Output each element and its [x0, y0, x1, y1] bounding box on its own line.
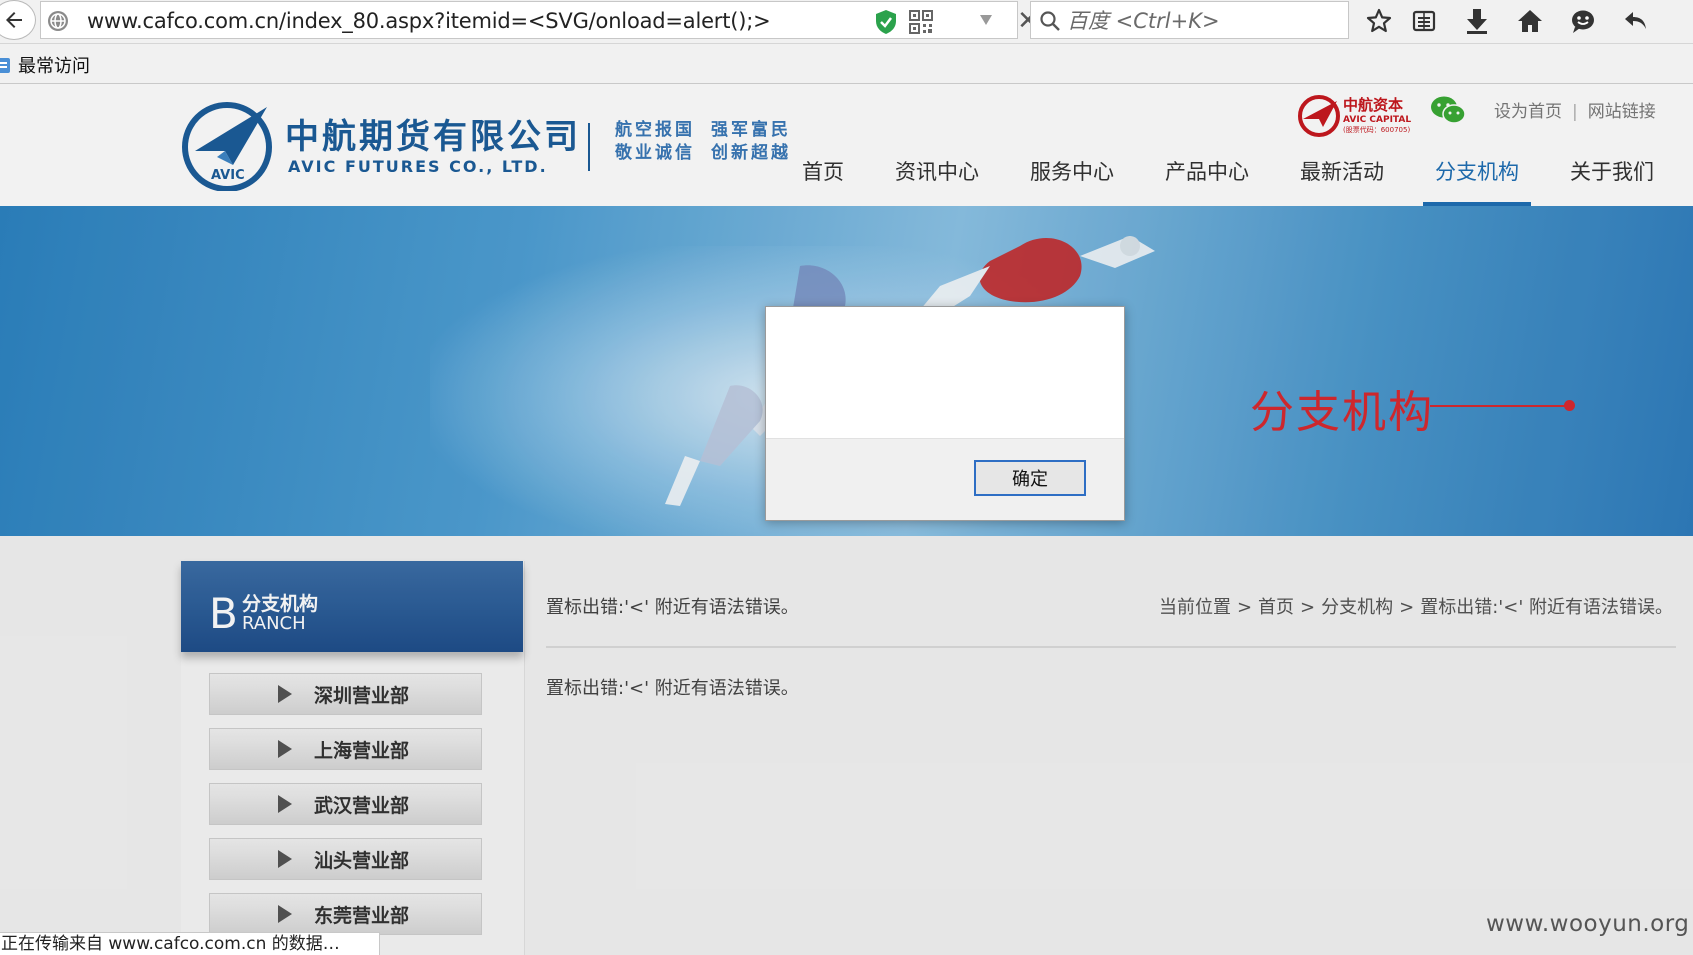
- download-icon: [1467, 9, 1487, 34]
- reading-list-icon: [1412, 10, 1436, 32]
- bookmarks-toolbar: 最常访问: [0, 44, 1693, 84]
- ok-button[interactable]: 确定: [974, 460, 1086, 496]
- alert-dialog: 确定: [765, 306, 1125, 521]
- bookmark-label: 最常访问: [18, 56, 90, 77]
- watermark: www.wooyun.org: [1486, 911, 1690, 937]
- download-button[interactable]: [1460, 5, 1494, 37]
- url-text[interactable]: www.cafco.com.cn/index_80.aspx?itemid=<S…: [87, 9, 771, 33]
- chat-button[interactable]: [1566, 5, 1600, 37]
- bookmark-most-visited[interactable]: 最常访问: [0, 52, 90, 78]
- globe-icon: [48, 11, 68, 31]
- back-button[interactable]: [0, 0, 36, 40]
- search-input[interactable]: [1067, 7, 1337, 35]
- search-bar[interactable]: [1030, 1, 1349, 39]
- search-icon: [1040, 11, 1060, 31]
- star-icon: [1366, 8, 1392, 33]
- shield-icon[interactable]: [875, 9, 897, 35]
- status-bar: 正在传输来自 www.cafco.com.cn 的数据…: [0, 932, 380, 955]
- undo-icon: [1625, 12, 1646, 29]
- home-button[interactable]: [1513, 5, 1547, 37]
- bookmark-folder-icon: [0, 58, 10, 73]
- browser-toolbar: www.cafco.com.cn/index_80.aspx?itemid=<S…: [0, 0, 1693, 44]
- bookmark-star-button[interactable]: [1362, 5, 1396, 37]
- dropdown-icon[interactable]: [979, 14, 993, 26]
- back-icon: [6, 12, 22, 28]
- chat-icon: [1572, 10, 1594, 33]
- alert-message: [766, 307, 1124, 438]
- undo-button[interactable]: [1619, 5, 1653, 37]
- alert-footer: 确定: [766, 438, 1124, 520]
- qr-code-icon[interactable]: [909, 10, 933, 34]
- address-bar[interactable]: www.cafco.com.cn/index_80.aspx?itemid=<S…: [40, 1, 1039, 39]
- reading-list-button[interactable]: [1407, 5, 1441, 37]
- home-icon: [1518, 10, 1542, 32]
